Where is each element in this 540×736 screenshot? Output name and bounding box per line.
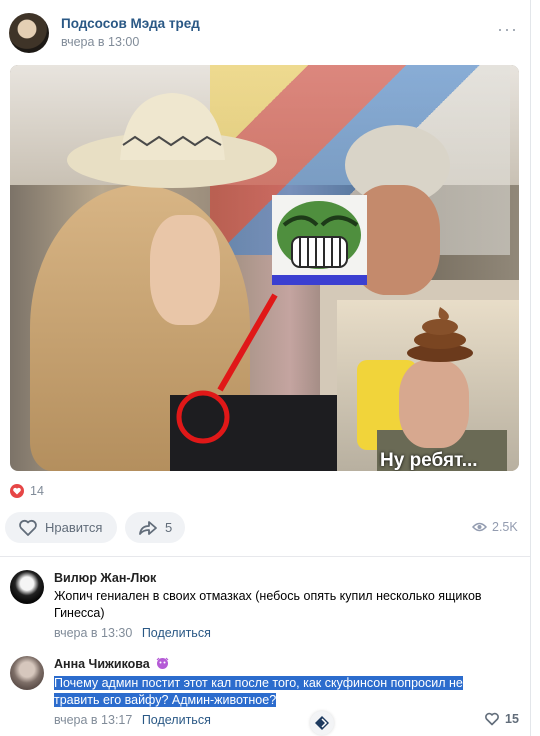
- post-image[interactable]: Ну ребят...: [10, 65, 519, 471]
- reactions-count: 14: [30, 484, 44, 498]
- post-timestamp[interactable]: вчера в 13:00: [61, 35, 139, 49]
- post-card: Подсосов Мэда тред вчера в 13:00 ··· Ну …: [0, 0, 531, 736]
- comment-share-link[interactable]: Поделиться: [142, 713, 211, 727]
- streamer-inset: [337, 300, 519, 471]
- views-count: 2.5K: [492, 520, 518, 534]
- share-arrow-icon: [139, 520, 157, 535]
- pepe-face-icon: [272, 195, 367, 285]
- comments-divider: [0, 556, 530, 557]
- views-counter: 2.5K: [472, 520, 518, 534]
- comment-meta: вчера в 13:30 Поделиться: [54, 626, 211, 640]
- comment-text-line: Почему админ постит этот кал после того,…: [54, 676, 463, 690]
- share-button[interactable]: 5: [125, 512, 185, 543]
- group-avatar[interactable]: [9, 13, 49, 53]
- eye-icon: [472, 522, 487, 532]
- comment-time[interactable]: вчера в 13:17: [54, 713, 132, 727]
- donut-badge-icon[interactable]: [156, 657, 169, 670]
- image-caption: Ну ребят...: [380, 450, 478, 471]
- heart-outline-icon: [19, 519, 37, 536]
- like-button[interactable]: Нравится: [5, 512, 117, 543]
- comment-time[interactable]: вчера в 13:30: [54, 626, 132, 640]
- heart-reaction-icon: [10, 484, 24, 498]
- comment-author[interactable]: Анна Чижикова: [54, 657, 150, 671]
- comment-text: Почему админ постит этот кал после того,…: [54, 675, 524, 709]
- reactions-summary[interactable]: 14: [10, 484, 44, 498]
- comment-author-row: Анна Чижикова: [54, 657, 169, 671]
- comment-text: Жопич гениален в своих отмазках (небось …: [54, 589, 482, 620]
- comment-meta: вчера в 13:17 Поделиться: [54, 713, 211, 727]
- comment-avatar[interactable]: [10, 570, 44, 604]
- share-count: 5: [165, 520, 173, 535]
- comment-author[interactable]: Вилюр Жан-Люк: [54, 571, 156, 585]
- floating-action-button[interactable]: [310, 711, 334, 735]
- like-label: Нравится: [45, 520, 103, 535]
- comment-text-line: травить его вайфу? Админ-животное?: [54, 693, 277, 707]
- comment-share-link[interactable]: Поделиться: [142, 626, 211, 640]
- inset-face: [399, 360, 469, 448]
- poop-emoji-icon: [407, 307, 473, 362]
- more-dots-icon[interactable]: ···: [497, 20, 518, 38]
- heart-outline-icon: [485, 712, 499, 726]
- diamond-logo-icon: [315, 716, 329, 730]
- comment-like-button[interactable]: 15: [484, 712, 519, 726]
- comment-like-count: 15: [505, 712, 519, 726]
- comment-avatar[interactable]: [10, 656, 44, 690]
- group-name-link[interactable]: Подсосов Мэда тред: [61, 16, 200, 31]
